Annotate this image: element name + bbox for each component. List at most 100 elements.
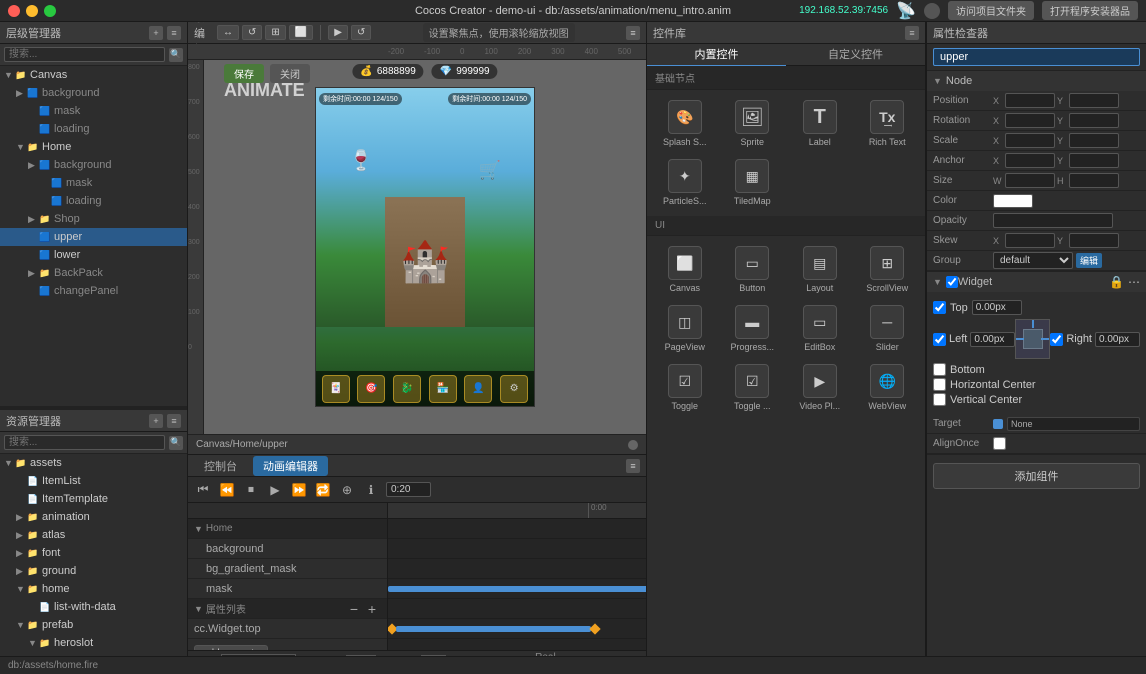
add-component-button[interactable]: 添加组件 xyxy=(933,463,1140,489)
anchor-x[interactable]: 0.5 xyxy=(1005,153,1055,168)
assets-item-atlas[interactable]: ▶ 📁 atlas xyxy=(0,526,187,544)
tl-label-widget-top[interactable]: cc.Widget.top xyxy=(188,619,387,639)
assets-item-list-data[interactable]: 📄 list-with-data xyxy=(0,598,187,616)
add-prop-plus[interactable]: + xyxy=(363,601,381,617)
widget-bottom-checkbox[interactable] xyxy=(933,363,946,376)
assets-icons[interactable]: + ≡ xyxy=(149,414,181,428)
editor-menu-icon[interactable]: ≡ xyxy=(626,26,640,40)
window-controls[interactable] xyxy=(8,5,56,17)
timeline-tracks[interactable]: 0:00 0:05 0:10 0:15 0:20 0:25 0:30 0:35 … xyxy=(388,503,646,650)
tree-item-canvas[interactable]: ▼ 📁 Canvas xyxy=(0,66,187,84)
tree-item-changepanel[interactable]: 🟦 changePanel xyxy=(0,282,187,300)
skew-x[interactable]: 0 xyxy=(1005,233,1055,248)
opacity-input[interactable]: 255 xyxy=(993,213,1113,228)
maximize-button[interactable] xyxy=(44,5,56,17)
ctrl-editbox[interactable]: ▭ EditBox xyxy=(788,301,852,356)
ctrl-videoplayer[interactable]: ▶ Video Pl... xyxy=(788,360,852,415)
tab-custom[interactable]: 自定义控件 xyxy=(786,43,925,67)
tab-animation[interactable]: 动画编辑器 xyxy=(253,456,328,476)
tl-label-background[interactable]: background xyxy=(188,539,387,559)
assets-item-heroslot[interactable]: ▼ 📁 heroslot xyxy=(0,634,187,652)
timeline-next-frame[interactable]: ⏩ xyxy=(290,483,308,497)
editor-icons[interactable]: ≡ xyxy=(626,26,640,40)
save-button[interactable]: 保存 xyxy=(224,64,264,83)
hierarchy-menu-icon[interactable]: ≡ xyxy=(167,26,181,40)
assets-search-icon[interactable]: 🔍 xyxy=(169,436,183,450)
node-section-header[interactable]: ▼ Node xyxy=(927,71,1146,91)
widget-overflow-icon[interactable]: ⋯ xyxy=(1128,275,1140,289)
ctrl-slider[interactable]: ─ Slider xyxy=(856,301,920,356)
play-button[interactable]: ▶ xyxy=(328,25,348,40)
ctrl-label[interactable]: T Label xyxy=(788,96,852,151)
close-button[interactable] xyxy=(8,5,20,17)
assets-add-icon[interactable]: + xyxy=(149,414,163,428)
size-h[interactable]: 0 xyxy=(1069,173,1119,188)
assets-item-font[interactable]: ▶ 📁 font xyxy=(0,544,187,562)
assets-item-itemtemplate[interactable]: 📄 ItemTemplate xyxy=(0,490,187,508)
close-button[interactable]: 关闭 xyxy=(270,64,310,83)
timeline-info[interactable]: ℹ xyxy=(362,483,380,497)
timeline-loop[interactable]: 🔁 xyxy=(314,483,332,497)
node-name-input[interactable] xyxy=(933,48,1140,66)
hierarchy-icons[interactable]: + ≡ xyxy=(149,26,181,40)
tl-label-bg-gradient[interactable]: bg_gradient_mask xyxy=(188,559,387,579)
tree-item-home-loading[interactable]: 🟦 loading xyxy=(0,192,187,210)
ctrl-particle[interactable]: ✦ ParticleS... xyxy=(653,155,717,210)
size-w[interactable]: 640 xyxy=(1005,173,1055,188)
widget-left-checkbox[interactable] xyxy=(933,333,946,346)
assets-item-prefab[interactable]: ▼ 📁 prefab xyxy=(0,616,187,634)
widget-right-checkbox[interactable] xyxy=(1050,333,1063,346)
widget-vert-checkbox[interactable] xyxy=(933,393,946,406)
scene-canvas[interactable]: ANIMATE 保存 关闭 💰 6888899 xyxy=(204,60,646,434)
open-folder-button[interactable]: 访问项目文件夹 xyxy=(948,1,1034,20)
minimize-button[interactable] xyxy=(26,5,38,17)
tree-item-lower[interactable]: 🟦 lower xyxy=(0,246,187,264)
rect-tool[interactable]: ⬜ xyxy=(289,25,313,40)
widget-horiz-checkbox[interactable] xyxy=(933,378,946,391)
ctrl-canvas[interactable]: ⬜ Canvas xyxy=(653,242,717,297)
hierarchy-search[interactable] xyxy=(4,47,165,62)
scale-y[interactable]: 1 xyxy=(1069,133,1119,148)
tl-label-home[interactable]: ▼ Home xyxy=(188,519,387,539)
assets-item-animation[interactable]: ▶ 📁 animation xyxy=(0,508,187,526)
widget-top-value[interactable] xyxy=(972,300,1022,315)
ctrl-pageview[interactable]: ◫ PageView xyxy=(653,301,717,356)
add-prop-minus[interactable]: − xyxy=(345,601,363,617)
scale-tool[interactable]: ⊞ xyxy=(265,25,285,40)
widget-section-header[interactable]: ▼ Widget 🔒 ⋯ xyxy=(927,272,1146,292)
tree-item-loading1[interactable]: 🟦 loading xyxy=(0,120,187,138)
hierarchy-search-icon[interactable]: 🔍 xyxy=(169,48,183,62)
group-select[interactable]: default xyxy=(993,252,1073,269)
tab-console[interactable]: 控制台 xyxy=(194,456,247,476)
scale-x[interactable]: 1 xyxy=(1005,133,1055,148)
tl-label-mask[interactable]: mask xyxy=(188,579,387,599)
rotation-x[interactable]: 0 xyxy=(1005,113,1055,128)
keyframe-widget-end[interactable] xyxy=(589,623,600,634)
widget-lock-icon[interactable]: 🔒 xyxy=(1109,275,1124,289)
scene-area[interactable]: -200 -100 0 100 200 300 400 500 600 8007… xyxy=(188,44,646,454)
tree-item-upper[interactable]: 🟦 upper xyxy=(0,228,187,246)
timeline-to-start[interactable]: ⏮ xyxy=(194,482,212,497)
position-y[interactable]: 480 xyxy=(1069,93,1119,108)
timeline-prev-frame[interactable]: ⏪ xyxy=(218,483,236,497)
tab-builtin[interactable]: 内置控件 xyxy=(647,43,786,67)
tree-item-home-bg[interactable]: ▶ 🟦 background xyxy=(0,156,187,174)
timeline-time-input[interactable] xyxy=(386,482,431,497)
assets-menu-icon[interactable]: ≡ xyxy=(167,414,181,428)
rotation-y[interactable]: 0 xyxy=(1069,113,1119,128)
ctrl-lib-menu-icon[interactable]: ≡ xyxy=(905,26,919,40)
tl-label-props[interactable]: ▼ 属性列表 − + xyxy=(188,599,387,619)
tree-item-backpack[interactable]: ▶ 📁 BackPack xyxy=(0,264,187,282)
align-once-checkbox[interactable] xyxy=(993,437,1006,450)
assets-item-home[interactable]: ▼ 📁 home xyxy=(0,580,187,598)
timeline-add[interactable]: ⊕ xyxy=(338,483,356,497)
group-edit-button[interactable]: 编辑 xyxy=(1076,253,1102,268)
tree-item-mask1[interactable]: 🟦 mask xyxy=(0,102,187,120)
widget-right-value[interactable] xyxy=(1095,332,1140,347)
ctrl-button[interactable]: ▭ Button xyxy=(721,242,785,297)
ctrl-richtext[interactable]: T͢x Rich Text xyxy=(856,96,920,151)
timeline-play[interactable]: ▶ xyxy=(266,483,284,497)
translate-tool[interactable]: ↔ xyxy=(217,25,239,40)
skew-y[interactable]: 0 xyxy=(1069,233,1119,248)
hierarchy-add-icon[interactable]: + xyxy=(149,26,163,40)
